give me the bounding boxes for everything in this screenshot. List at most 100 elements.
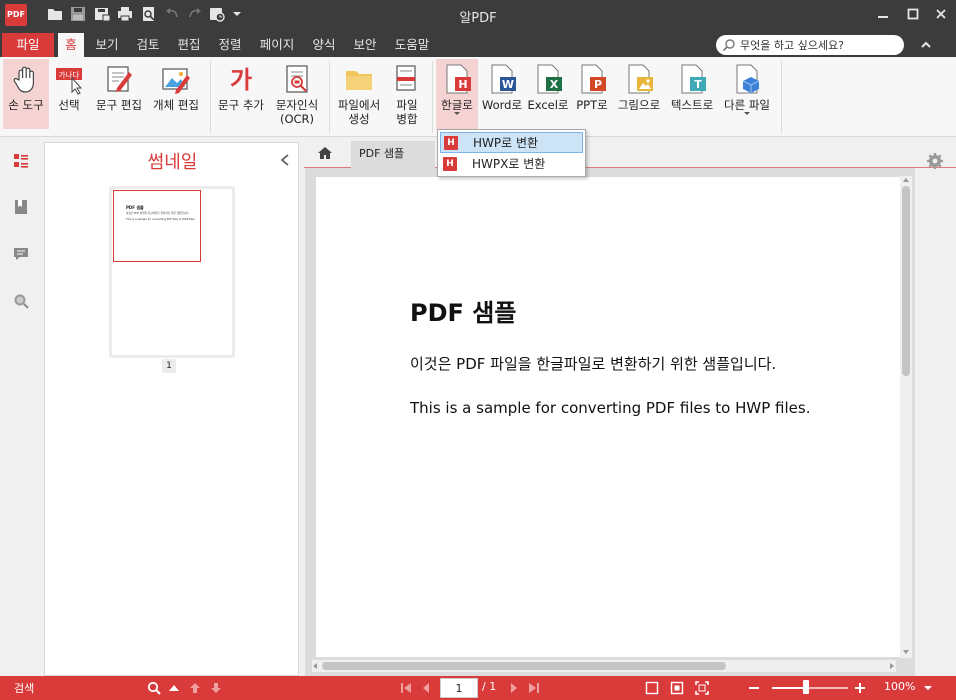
convert-to-ppt-button[interactable]: P PPT로 <box>574 59 610 129</box>
search-input[interactable] <box>740 37 898 53</box>
convert-hwpx-menu-item[interactable]: H HWPX로 변환 <box>440 154 583 175</box>
horizontal-scrollbar[interactable] <box>312 660 896 672</box>
thumbnail-list-icon[interactable] <box>12 152 30 170</box>
tab-form[interactable]: 양식 <box>307 33 341 57</box>
search-panel-icon[interactable] <box>12 292 30 310</box>
maximize-button[interactable] <box>898 3 928 25</box>
tab-review[interactable]: 검토 <box>131 33 165 57</box>
hand-tool-button[interactable]: 손 도구 <box>3 59 49 129</box>
tab-view[interactable]: 보기 <box>90 33 124 57</box>
find-previous-icon[interactable] <box>166 680 182 696</box>
scroll-up-arrow-icon[interactable] <box>903 178 909 182</box>
create-from-file-button[interactable]: 파일에서 생성 <box>333 59 385 129</box>
print-icon[interactable] <box>116 5 134 23</box>
fit-page-icon[interactable] <box>669 680 685 696</box>
zoom-out-icon[interactable] <box>746 680 762 696</box>
ocr-label-line2: (OCR) <box>279 112 315 126</box>
open-folder-icon[interactable] <box>46 5 64 23</box>
up-arrow-icon[interactable] <box>187 680 203 696</box>
print-preview-icon[interactable] <box>140 5 158 23</box>
to-text-label: 텍스트로 <box>670 98 714 112</box>
last-page-icon[interactable] <box>526 680 542 696</box>
previous-page-icon[interactable] <box>418 680 434 696</box>
scroll-right-arrow-icon[interactable] <box>890 663 894 669</box>
create-label-line1: 파일에서 <box>337 98 381 112</box>
left-panel-strip <box>0 138 44 676</box>
page-number-input[interactable] <box>440 678 478 698</box>
convert-to-word-button[interactable]: W Word로 <box>481 59 523 129</box>
horizontal-scroll-thumb[interactable] <box>322 662 726 670</box>
ocr-label-line1: 문자인식 <box>275 98 319 112</box>
single-page-view-icon[interactable] <box>644 680 660 696</box>
history-icon[interactable] <box>208 5 226 23</box>
scroll-down-arrow-icon[interactable] <box>903 650 909 654</box>
gear-icon[interactable] <box>926 152 944 170</box>
quick-access-dropdown-icon[interactable] <box>228 5 241 23</box>
redo-icon[interactable] <box>186 5 204 23</box>
hangul-convert-dropdown: H HWP로 변환 H HWPX로 변환 <box>437 129 586 177</box>
minimize-button[interactable] <box>868 3 898 25</box>
to-ppt-label: PPT로 <box>576 98 608 112</box>
chevron-left-icon[interactable] <box>279 153 291 167</box>
save-icon[interactable] <box>69 5 87 23</box>
collapse-ribbon-icon[interactable] <box>916 36 936 54</box>
save-as-icon[interactable] <box>93 5 111 23</box>
undo-icon[interactable] <box>163 5 181 23</box>
page-title: PDF 샘플 <box>410 299 517 327</box>
hand-icon <box>10 63 42 95</box>
zoom-in-icon[interactable] <box>852 680 868 696</box>
convert-to-other-button[interactable]: 다른 파일 <box>720 59 774 129</box>
hwp-icon: H <box>444 136 458 150</box>
other-file-icon <box>731 63 763 95</box>
home-icon[interactable] <box>316 145 334 161</box>
ocr-button[interactable]: 문자인식 (OCR) <box>272 59 322 129</box>
find-icon[interactable] <box>146 680 162 696</box>
ribbon-separator <box>432 61 433 133</box>
tab-page[interactable]: 페이지 <box>254 33 300 57</box>
add-text-label: 문구 추가 <box>218 98 264 112</box>
merge-files-button[interactable]: 파일 병합 <box>388 59 426 129</box>
zoom-dropdown-icon[interactable] <box>920 680 936 696</box>
search-box[interactable] <box>716 35 904 55</box>
comment-icon[interactable] <box>12 245 30 263</box>
tab-file[interactable]: 파일 <box>2 33 54 57</box>
convert-hwp-label: HWP로 변환 <box>473 136 539 150</box>
convert-hwpx-label: HWPX로 변환 <box>472 157 546 171</box>
search-status-label: 검색 <box>14 682 35 695</box>
zoom-slider[interactable] <box>772 687 848 689</box>
text-edit-button[interactable]: 문구 편집 <box>93 59 145 129</box>
convert-to-image-button[interactable]: 그림으로 <box>614 59 664 129</box>
search-icon <box>722 39 735 52</box>
other-file-label: 다른 파일 <box>724 98 770 112</box>
vertical-scrollbar[interactable] <box>900 176 912 658</box>
ocr-icon <box>281 63 313 95</box>
word-badge: W <box>502 78 514 91</box>
tab-pdf-sample[interactable]: PDF 샘플 <box>351 141 435 168</box>
zoom-slider-knob[interactable] <box>803 680 810 694</box>
bookmark-icon[interactable] <box>12 198 30 216</box>
down-arrow-icon[interactable] <box>208 680 224 696</box>
select-button[interactable]: 가나다 선택 <box>51 59 87 129</box>
convert-to-hangul-button[interactable]: H 한글로 <box>436 59 478 129</box>
scroll-left-arrow-icon[interactable] <box>313 663 317 669</box>
fit-width-icon[interactable] <box>694 680 710 696</box>
close-button[interactable] <box>926 3 956 25</box>
to-hangul-label: 한글로 <box>441 98 473 112</box>
tab-edit[interactable]: 편집 <box>172 33 206 57</box>
convert-to-excel-button[interactable]: X Excel로 <box>527 59 569 129</box>
next-page-icon[interactable] <box>506 680 522 696</box>
page-thumbnail[interactable]: PDF 샘플 이것은 PDF 파일을 한글파일로 변환하기 위한 샘플입니다. … <box>109 186 235 358</box>
vertical-scroll-thumb[interactable] <box>902 186 910 376</box>
first-page-icon[interactable] <box>398 680 414 696</box>
tab-security[interactable]: 보안 <box>348 33 382 57</box>
convert-hwp-menu-item[interactable]: H HWP로 변환 <box>440 132 583 153</box>
object-edit-button[interactable]: 개체 편집 <box>149 59 203 129</box>
convert-to-text-button[interactable]: T 텍스트로 <box>667 59 717 129</box>
ribbon-separator <box>781 61 782 133</box>
tab-home[interactable]: 홈 <box>58 33 84 57</box>
ribbon-separator <box>210 61 211 133</box>
tab-arrange[interactable]: 정렬 <box>213 33 247 57</box>
add-text-button[interactable]: 가 문구 추가 <box>214 59 268 129</box>
app-logo: PDF <box>5 4 27 26</box>
tab-help[interactable]: 도움말 <box>389 33 435 57</box>
